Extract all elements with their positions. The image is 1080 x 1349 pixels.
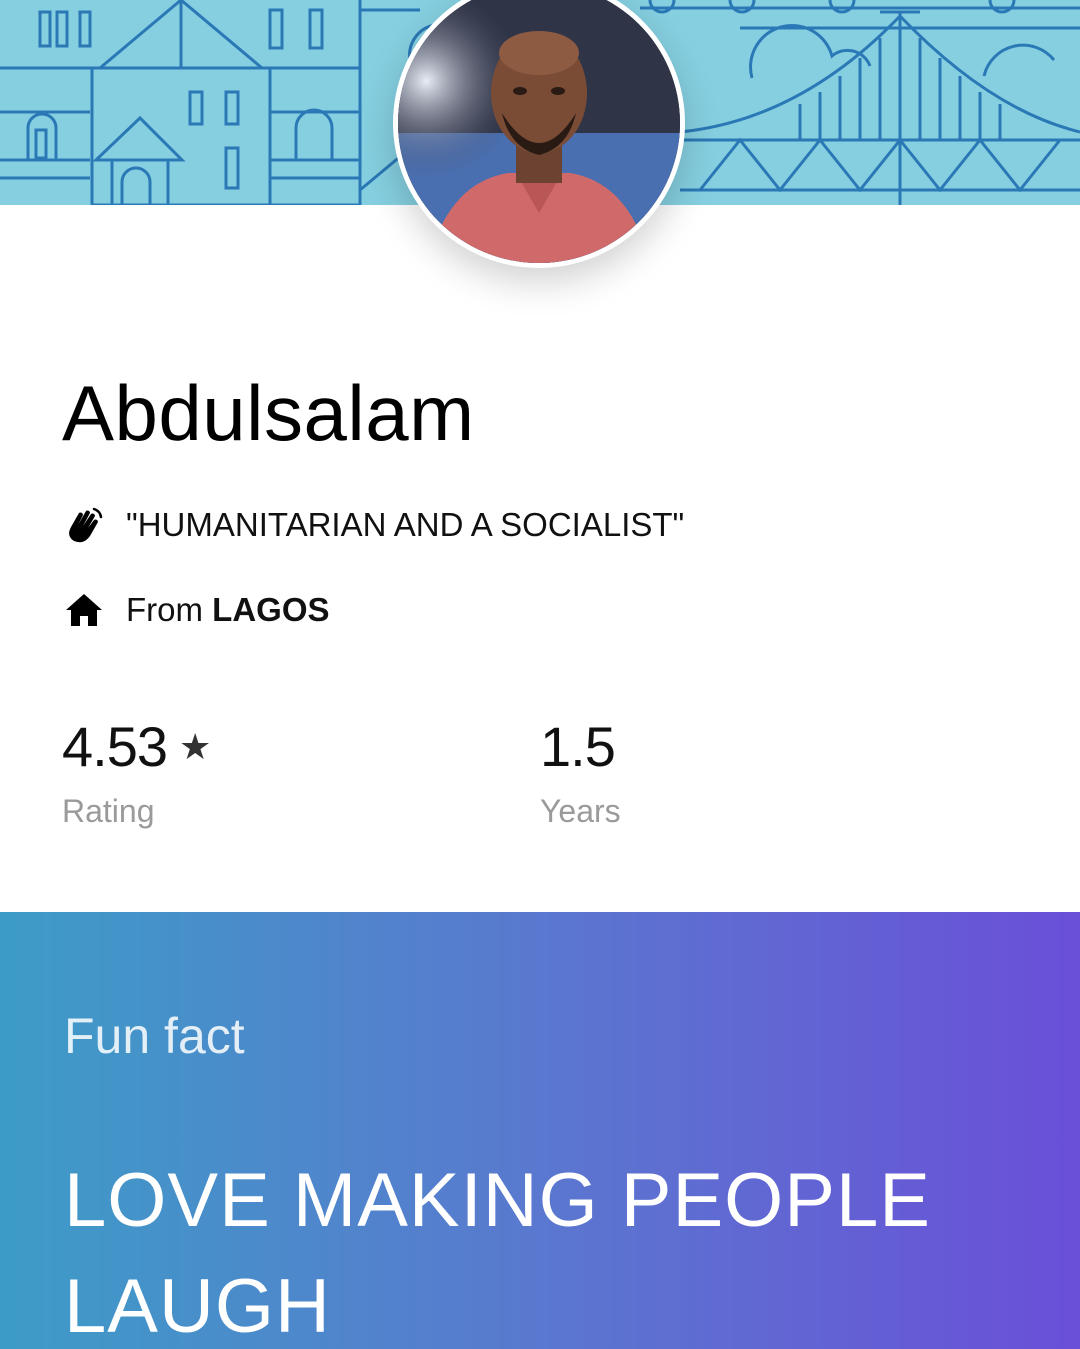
years-stat: 1.5 Years: [540, 714, 621, 830]
years-label: Years: [540, 793, 621, 829]
fun-fact-label: Fun fact: [64, 1008, 245, 1064]
avatar-photo: [398, 0, 680, 263]
rating-label: Rating: [62, 793, 155, 829]
rating-value: 4.53: [62, 715, 168, 778]
years-value: 1.5: [540, 715, 616, 778]
home-icon: [62, 588, 106, 632]
fun-fact-text: LOVE MAKING PEOPLE LAUGH: [64, 1158, 931, 1349]
hometown-row: From LAGOS: [62, 588, 330, 632]
rating-value-row: 4.53 ★: [62, 714, 211, 779]
years-value-row: 1.5: [540, 714, 621, 779]
tagline-row: "HUMANITARIAN AND A SOCIALIST": [62, 503, 684, 547]
tagline-text: "HUMANITARIAN AND A SOCIALIST": [126, 506, 685, 543]
star-icon: ★: [179, 725, 211, 767]
waving-hand-icon: [62, 503, 106, 547]
profile-avatar[interactable]: [393, 0, 685, 268]
fun-fact-card: Fun fact LOVE MAKING PEOPLE LAUGH: [0, 912, 1080, 1349]
driver-name: Abdulsalam: [62, 369, 475, 457]
hometown-text: From LAGOS: [126, 591, 330, 629]
rating-stat: 4.53 ★ Rating: [62, 714, 211, 830]
hometown-value: LAGOS: [212, 591, 330, 628]
from-prefix: From: [126, 591, 203, 628]
